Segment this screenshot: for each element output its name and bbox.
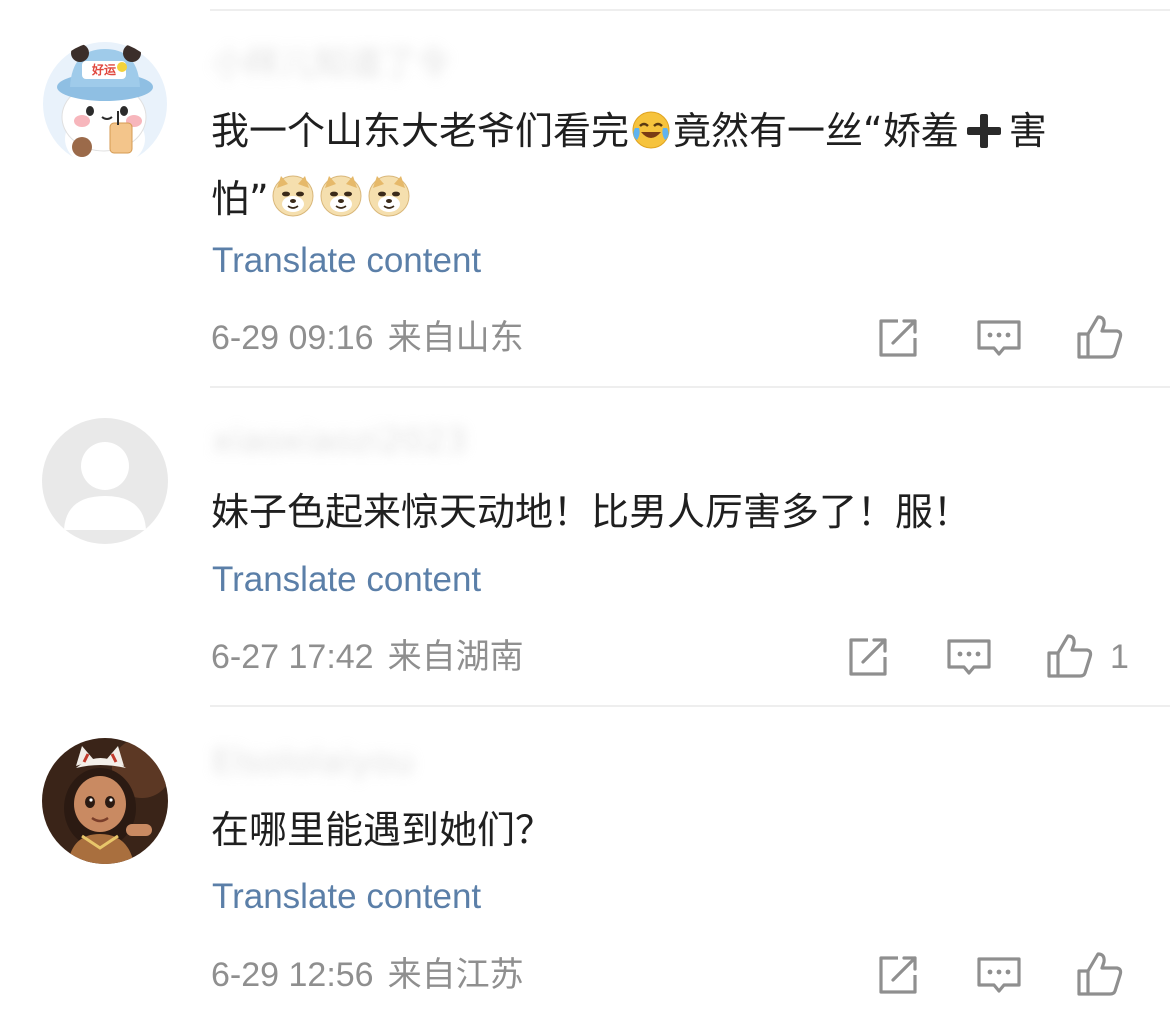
share-icon <box>879 956 917 994</box>
translate-link[interactable]: Translate content <box>212 239 481 283</box>
plus-emoji-icon <box>966 114 1001 148</box>
default-avatar-icon <box>42 418 168 544</box>
comment-item: xiaoxiaozi2023 妹子色起来惊天动地！比男人厉害多了！服！ Tran… <box>0 390 1170 707</box>
translate-link[interactable]: Translate content <box>212 875 481 919</box>
like-button[interactable] <box>1075 949 1123 997</box>
comment-location: 来自山东 <box>387 319 524 357</box>
comment-date: 6-29 12:56 <box>211 956 374 994</box>
like-count: 1 <box>1110 638 1129 676</box>
comment-date: 6-27 17:42 <box>211 638 374 676</box>
comment-icon <box>977 957 1021 993</box>
username[interactable]: 小样儿知道了令 <box>212 41 450 87</box>
divider <box>210 705 1170 707</box>
comment-text-part: 竟然有一丝“娇羞 <box>673 109 959 153</box>
comment-date: 6-29 09:16 <box>211 319 374 357</box>
thumbs-up-icon <box>1077 315 1123 359</box>
like-button[interactable] <box>1045 631 1093 679</box>
avatar[interactable] <box>42 738 168 864</box>
reply-button[interactable] <box>975 314 1023 362</box>
like-button[interactable] <box>1075 312 1123 360</box>
comment-location: 来自江苏 <box>387 956 524 994</box>
svg-text:好运: 好运 <box>91 62 116 77</box>
translate-link[interactable]: Translate content <box>212 558 481 602</box>
doge-emoji-icon <box>271 174 315 236</box>
reply-button[interactable] <box>945 633 993 681</box>
avatar[interactable]: 好运 <box>42 41 168 167</box>
share-button[interactable] <box>874 314 922 362</box>
avatar[interactable] <box>42 418 168 544</box>
comment-item: Elsololaiyou 在哪里能遇到她们？ Translate content… <box>0 709 1170 1025</box>
thumbs-up-icon <box>1077 952 1123 996</box>
comment-text: 妹子色起来惊天动地！比男人厉害多了！服！ <box>211 490 972 534</box>
cartoon-girl-avatar-icon <box>42 738 168 864</box>
doge-emoji-icon <box>319 174 363 236</box>
reply-button[interactable] <box>975 951 1023 999</box>
comment-text: 我一个山东大老爷们看完 竟然有一丝“娇羞 害怕” <box>211 100 1100 236</box>
comment-icon <box>947 639 991 675</box>
comment-item: 好运 小样儿知道了令 我一个山东大老爷们看完 竟然有一丝“娇羞 害怕” Tran… <box>0 11 1170 388</box>
panda-avatar-icon: 好运 <box>42 41 168 167</box>
laughing-crying-emoji-icon <box>631 106 671 168</box>
share-button[interactable] <box>844 633 892 681</box>
comment-list: 好运 小样儿知道了令 我一个山东大老爷们看完 竟然有一丝“娇羞 害怕” Tran… <box>0 0 1170 1025</box>
comment-icon <box>977 320 1021 356</box>
username[interactable]: Elsololaiyou <box>212 739 414 785</box>
comment-text-part: 我一个山东大老爷们看完 <box>211 109 630 153</box>
divider <box>210 386 1170 388</box>
username[interactable]: xiaoxiaozi2023 <box>212 418 467 464</box>
comment-meta: 6-27 17:42 来自湖南 <box>211 635 524 679</box>
share-icon <box>849 638 887 676</box>
share-icon <box>879 319 917 357</box>
share-button[interactable] <box>874 951 922 999</box>
comment-text: 在哪里能遇到她们？ <box>211 808 554 852</box>
doge-emoji-icon <box>367 174 411 236</box>
comment-meta: 6-29 12:56 来自江苏 <box>211 953 524 997</box>
comment-meta: 6-29 09:16 来自山东 <box>211 316 524 360</box>
thumbs-up-icon <box>1047 634 1093 678</box>
comment-location: 来自湖南 <box>387 638 524 676</box>
